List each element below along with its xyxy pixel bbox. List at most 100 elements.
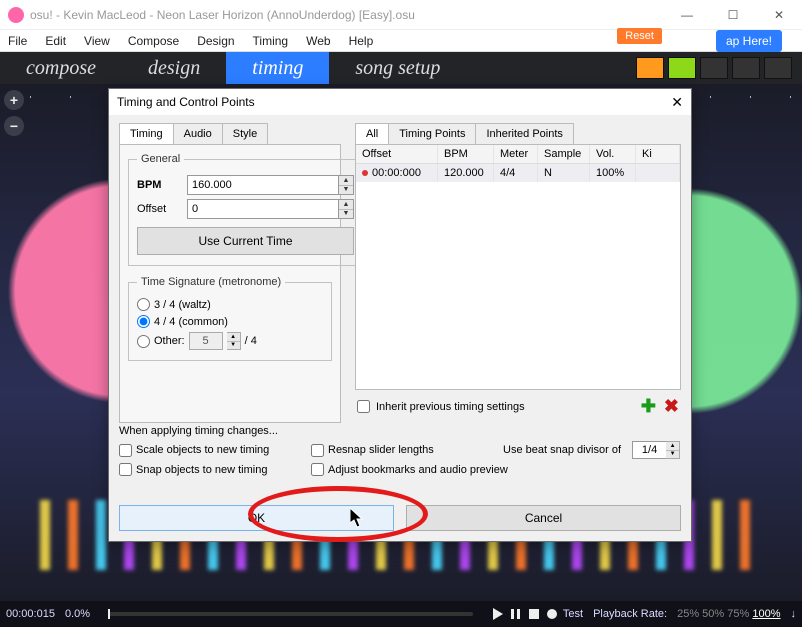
rate-50[interactable]: 50% [702, 608, 724, 620]
offset-input[interactable] [187, 199, 338, 219]
bpm-input[interactable] [187, 175, 338, 195]
divisor-input[interactable] [632, 441, 666, 459]
ok-button[interactable]: OK [119, 505, 394, 531]
ts-34-radio[interactable] [137, 298, 150, 311]
window-close-button[interactable]: ✕ [756, 0, 802, 30]
play-icon[interactable] [491, 607, 505, 621]
tab-song-setup[interactable]: song setup [329, 52, 466, 84]
status-bar: 00:00:015 0.0% Test Playback Rate: 25% 5… [0, 601, 802, 627]
combo-color-5[interactable] [764, 57, 792, 79]
menu-bar: File Edit View Compose Design Timing Web… [0, 30, 802, 52]
menu-design[interactable]: Design [197, 34, 234, 48]
combo-color-3[interactable] [700, 57, 728, 79]
menu-edit[interactable]: Edit [45, 34, 66, 48]
points-tab-timing[interactable]: Timing Points [388, 123, 476, 144]
timing-points-grid[interactable]: Offset BPM Meter Sample Vol. Ki 00:00:00… [355, 144, 681, 390]
record-icon[interactable] [545, 607, 559, 621]
tab-timing[interactable]: timing [226, 52, 329, 84]
stop-icon[interactable] [527, 607, 541, 621]
ts-other-suffix: / 4 [245, 335, 257, 347]
rate-75[interactable]: 75% [727, 608, 749, 620]
dlg-tab-style[interactable]: Style [222, 123, 268, 144]
divisor-spinner[interactable]: ▲▼ [666, 441, 680, 459]
snap-objects-checkbox[interactable] [119, 463, 132, 476]
menu-view[interactable]: View [84, 34, 110, 48]
uninherited-dot-icon [362, 170, 368, 176]
use-current-time-button[interactable]: Use Current Time [137, 227, 354, 255]
pause-icon[interactable] [509, 607, 523, 621]
menu-timing[interactable]: Timing [253, 34, 289, 48]
offset-label: Offset [137, 203, 181, 215]
ts-44-label: 4 / 4 (common) [154, 316, 228, 328]
window-titlebar: osu! - Kevin MacLeod - Neon Laser Horizo… [0, 0, 802, 30]
points-tab-inherited[interactable]: Inherited Points [475, 123, 573, 144]
ts-44-radio[interactable] [137, 315, 150, 328]
dialog-title: Timing and Control Points [117, 95, 255, 109]
menu-help[interactable]: Help [349, 34, 374, 48]
snap-objects-label: Snap objects to new timing [136, 464, 267, 476]
window-maximize-button[interactable]: ☐ [710, 0, 756, 30]
timing-control-points-dialog: Timing and Control Points ✕ Timing Audio… [108, 88, 692, 542]
dialog-close-button[interactable]: ✕ [671, 94, 683, 111]
inherit-checkbox[interactable] [357, 400, 370, 413]
zoom-in-button[interactable]: + [4, 90, 24, 110]
general-legend: General [137, 153, 184, 165]
menu-web[interactable]: Web [306, 34, 330, 48]
ts-other-radio[interactable] [137, 335, 150, 348]
resnap-sliders-checkbox[interactable] [311, 444, 324, 457]
bpm-spinner[interactable]: ▲▼ [338, 175, 354, 195]
ts-other-spinner[interactable]: ▲▼ [227, 332, 241, 350]
app-icon [8, 7, 24, 23]
reset-button[interactable]: Reset [617, 28, 662, 44]
resnap-sliders-label: Resnap slider lengths [328, 444, 434, 456]
adjust-bookmarks-checkbox[interactable] [311, 463, 324, 476]
cancel-button[interactable]: Cancel [406, 505, 681, 531]
window-minimize-button[interactable]: — [664, 0, 710, 30]
col-sample[interactable]: Sample [538, 145, 590, 163]
col-vol[interactable]: Vol. [590, 145, 636, 163]
playback-rate-label: Playback Rate: [593, 608, 667, 620]
rate-100[interactable]: 100% [752, 608, 780, 620]
menu-file[interactable]: File [8, 34, 27, 48]
delete-point-icon[interactable]: ✖ [664, 396, 679, 417]
status-percent: 0.0% [65, 608, 90, 620]
ts-legend: Time Signature (metronome) [137, 276, 285, 288]
rate-down-icon[interactable]: ↓ [791, 608, 797, 620]
time-signature-fieldset: Time Signature (metronome) 3 / 4 (waltz)… [128, 276, 332, 361]
col-bpm[interactable]: BPM [438, 145, 494, 163]
editor-mode-tabs: compose design timing song setup [0, 52, 802, 84]
zoom-out-button[interactable]: − [4, 116, 24, 136]
menu-compose[interactable]: Compose [128, 34, 179, 48]
col-ki[interactable]: Ki [636, 145, 680, 163]
window-title: osu! - Kevin MacLeod - Neon Laser Horizo… [30, 8, 415, 22]
general-fieldset: General BPM ▲▼ Offset [128, 153, 363, 266]
timing-point-row[interactable]: 00:00:000 120.000 4/4 N 100% [356, 164, 680, 182]
combo-color-2[interactable] [668, 57, 696, 79]
adjust-bookmarks-label: Adjust bookmarks and audio preview [328, 464, 508, 476]
seek-bar[interactable] [108, 612, 473, 616]
tab-design[interactable]: design [122, 52, 226, 84]
add-point-icon[interactable]: ✚ [641, 396, 656, 417]
inherit-label: Inherit previous timing settings [376, 401, 525, 413]
col-offset[interactable]: Offset [356, 145, 438, 163]
dlg-tab-timing[interactable]: Timing [119, 123, 174, 144]
points-tab-all[interactable]: All [355, 123, 389, 144]
combo-color-1[interactable] [636, 57, 664, 79]
ts-other-input [189, 332, 223, 350]
combo-color-4[interactable] [732, 57, 760, 79]
divisor-label: Use beat snap divisor of [503, 444, 621, 456]
scale-objects-checkbox[interactable] [119, 444, 132, 457]
snap-here-button[interactable]: ap Here! [716, 30, 782, 52]
scale-objects-label: Scale objects to new timing [136, 444, 269, 456]
when-applying-label: When applying timing changes... [119, 425, 681, 437]
tab-compose[interactable]: compose [0, 52, 122, 84]
test-button[interactable]: Test [563, 608, 583, 620]
bpm-label: BPM [137, 179, 181, 191]
ts-other-label: Other: [154, 335, 185, 347]
rate-25[interactable]: 25% [677, 608, 699, 620]
offset-spinner[interactable]: ▲▼ [338, 199, 354, 219]
status-time: 00:00:015 [6, 608, 55, 620]
ts-34-label: 3 / 4 (waltz) [154, 299, 211, 311]
dlg-tab-audio[interactable]: Audio [173, 123, 223, 144]
col-meter[interactable]: Meter [494, 145, 538, 163]
